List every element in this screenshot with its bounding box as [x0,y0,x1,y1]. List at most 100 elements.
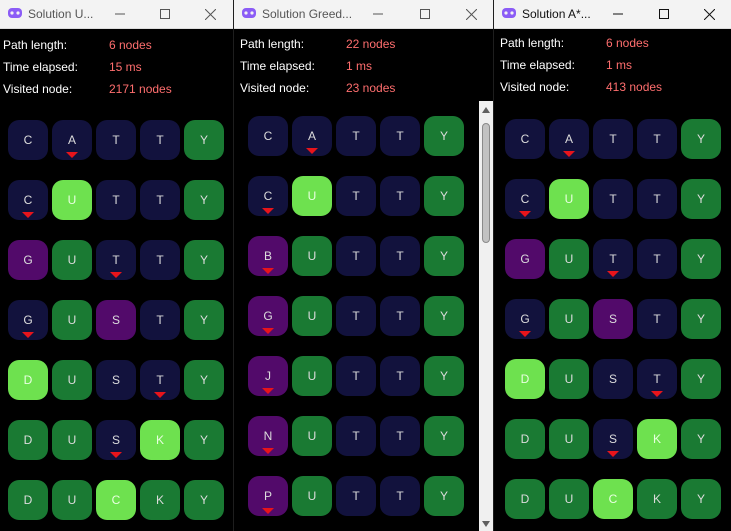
letter-tile: Y [424,296,464,336]
titlebar[interactable]: Solution Greed... [234,0,493,29]
changed-letter-marker-icon [262,208,274,214]
scroll-down-icon[interactable] [482,521,490,527]
tile-letter: D [23,373,33,387]
letter-tile: Y [681,299,721,339]
tile-letter: D [520,372,530,386]
tile-letter: T [352,489,360,503]
letter-tile: T [380,476,420,516]
tile-letter: T [352,129,360,143]
close-button[interactable] [200,4,220,24]
tile-letter: S [111,433,120,447]
stat-visited-node: Visited node: 413 nodes [500,80,663,94]
tile-letter: Y [439,369,448,383]
tile-letter: Y [199,433,208,447]
maximize-button[interactable] [155,4,175,24]
changed-letter-marker-icon [262,328,274,334]
letter-tile: Y [424,416,464,456]
window-title: Solution U... [28,7,94,21]
letter-tile: Y [424,476,464,516]
maximize-button[interactable] [654,4,674,24]
changed-letter-marker-icon [110,272,122,278]
tile-letter: T [396,489,404,503]
letter-tile: T [96,240,136,280]
scroll-thumb[interactable] [482,123,490,243]
close-button[interactable] [699,4,719,24]
changed-letter-marker-icon [66,152,78,158]
letter-tile: T [140,120,180,160]
tile-letter: Y [439,309,448,323]
tile-letter: U [307,429,317,443]
stat-path-length: Path length: 6 nodes [500,36,649,50]
tile-letter: T [396,249,404,263]
letter-tile: C [8,120,48,160]
letter-tile: A [549,119,589,159]
letter-tile: Y [424,236,464,276]
tile-letter: T [396,309,404,323]
maximize-icon [160,9,170,19]
letter-tile: U [549,479,589,519]
window-title: Solution Greed... [262,7,353,21]
letter-tile: U [292,236,332,276]
minimize-icon [115,13,125,15]
letter-tile: Y [681,119,721,159]
tile-letter: U [67,493,77,507]
letter-tile: U [549,419,589,459]
letter-tile: U [549,239,589,279]
tile-letter: G [23,313,33,327]
letter-tile: T [336,356,376,396]
tile-letter: Y [439,429,448,443]
letter-tile: Y [184,300,224,340]
tile-letter: C [608,492,618,506]
changed-letter-marker-icon [519,211,531,217]
letter-tile: G [8,240,48,280]
tile-letter: A [307,129,316,143]
changed-letter-marker-icon [110,452,122,458]
close-button[interactable] [461,4,481,24]
tile-letter: C [263,129,273,143]
vertical-scrollbar[interactable] [479,101,493,531]
letter-tile: U [52,300,92,340]
tile-letter: T [609,252,617,266]
tile-letter: U [564,312,574,326]
tile-letter: B [263,249,272,263]
changed-letter-marker-icon [22,212,34,218]
maximize-icon [659,9,669,19]
minimize-button[interactable] [110,4,130,24]
letter-tile: T [140,360,180,400]
tile-letter: D [520,432,530,446]
tile-letter: G [520,312,530,326]
close-icon [204,8,216,20]
changed-letter-marker-icon [519,331,531,337]
letter-tile: U [292,176,332,216]
tile-letter: T [609,132,617,146]
letter-tile: U [549,179,589,219]
letter-tile: C [248,116,288,156]
tile-letter: U [67,313,77,327]
letter-tile: Y [424,116,464,156]
minimize-button[interactable] [608,4,628,24]
tile-letter: Y [696,312,705,326]
titlebar[interactable]: Solution U... [0,0,233,29]
tile-letter: T [156,373,164,387]
tile-letter: C [520,192,530,206]
titlebar[interactable]: Solution A*... [494,0,731,29]
tile-letter: T [352,249,360,263]
changed-letter-marker-icon [563,151,575,157]
scroll-up-icon[interactable] [482,107,490,113]
window-solution-astar: Solution A*... Path length: 6 nodes Time… [494,0,731,531]
tile-letter: T [653,132,661,146]
letter-tile: G [505,239,545,279]
letter-tile: T [336,236,376,276]
minimize-button[interactable] [368,4,388,24]
tile-letter: T [653,252,661,266]
tile-letter: Y [439,129,448,143]
tile-letter: T [653,372,661,386]
minimize-icon [613,13,623,15]
tile-letter: T [396,369,404,383]
window-solution-ucs: Solution U... Path length: 6 nodes Time … [0,0,233,531]
maximize-button[interactable] [415,4,435,24]
letter-tile: U [549,299,589,339]
changed-letter-marker-icon [262,508,274,514]
changed-letter-marker-icon [651,391,663,397]
tile-letter: U [307,189,317,203]
